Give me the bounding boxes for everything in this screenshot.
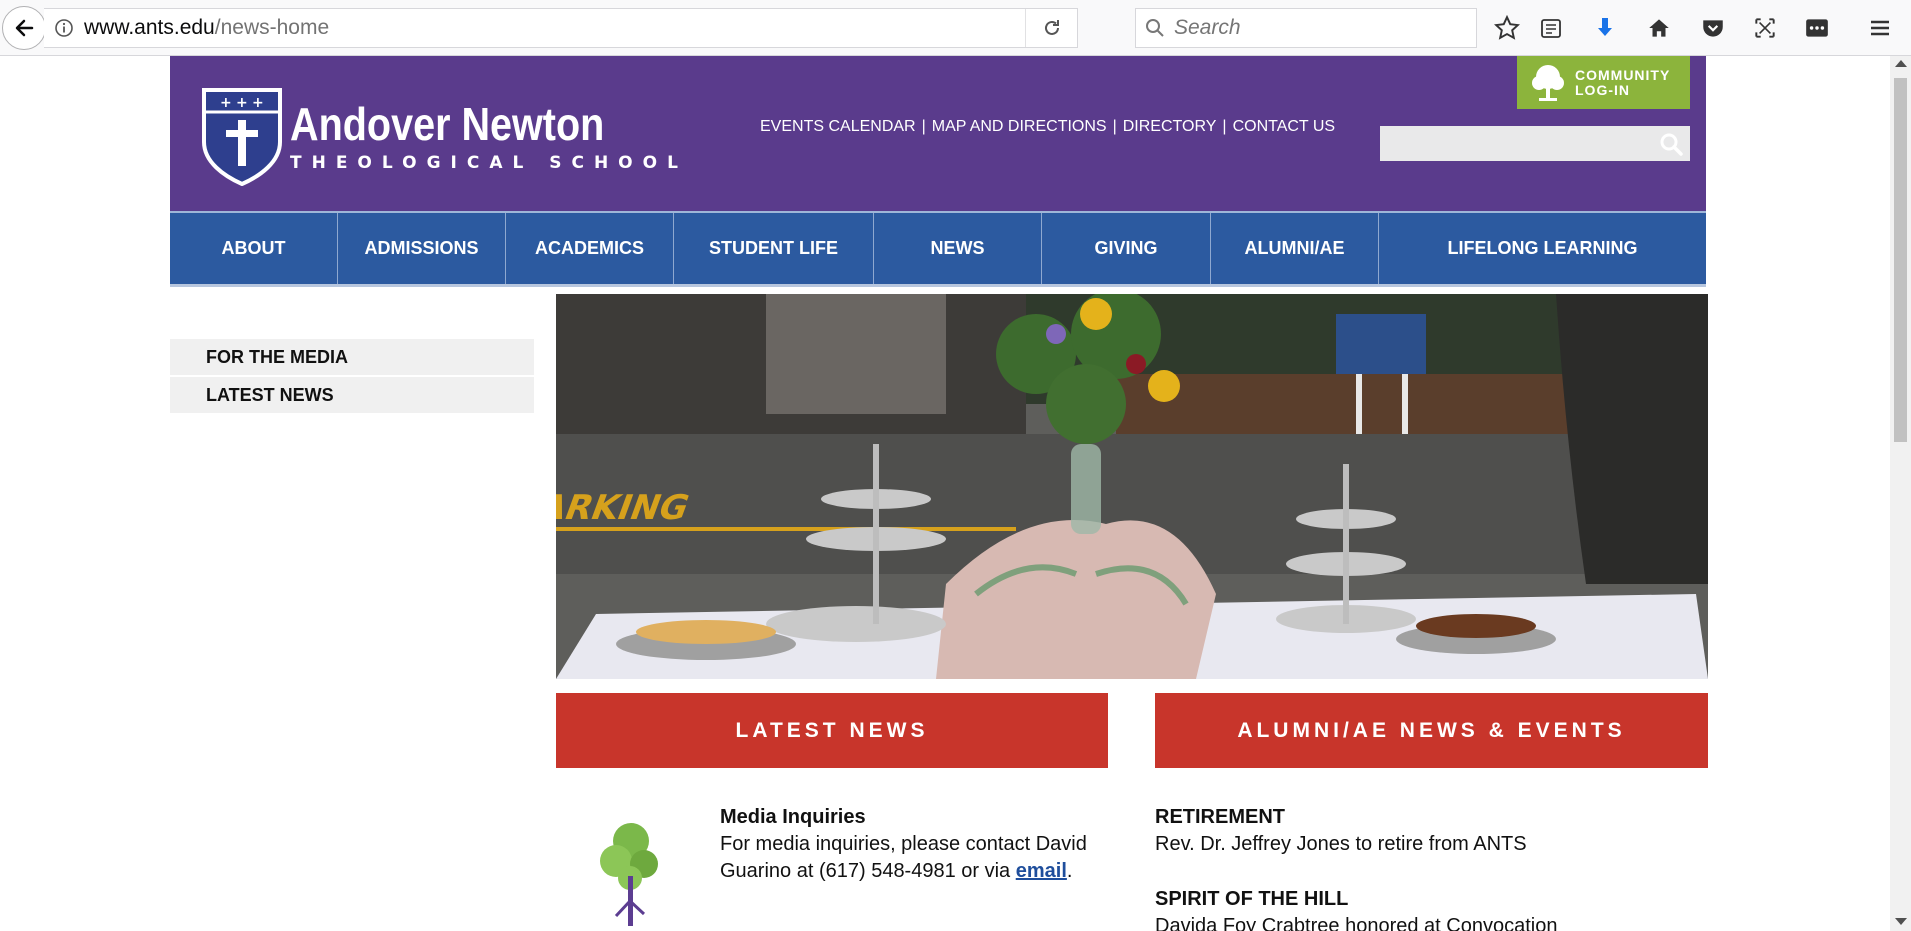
- link-separator: |: [921, 118, 926, 135]
- utility-links: EVENTS CALENDAR | MAP AND DIRECTIONS | DIR…: [760, 118, 1335, 136]
- search-icon: [1146, 19, 1164, 37]
- info-icon[interactable]: [54, 18, 74, 38]
- shield-icon: + + +: [202, 88, 282, 186]
- nav-alumni[interactable]: ALUMNI/AE: [1211, 213, 1379, 284]
- svg-text:PARKING: PARKING: [556, 488, 695, 528]
- hero-image: PARKING: [556, 294, 1708, 679]
- search-icon[interactable]: [1658, 131, 1684, 157]
- bookmark-star-icon[interactable]: [1491, 12, 1523, 44]
- tree-logo-icon: [600, 823, 658, 926]
- sidebar-item-latest-news[interactable]: LATEST NEWS: [170, 377, 534, 413]
- url-text[interactable]: www.ants.edu/news-home: [84, 16, 329, 40]
- link-separator: |: [1112, 118, 1117, 135]
- directory-link[interactable]: DIRECTORY: [1123, 118, 1217, 136]
- logo-name: Andover Newton: [290, 98, 605, 150]
- screenshot-icon[interactable]: [1749, 12, 1781, 44]
- browser-search-input[interactable]: [1174, 16, 1464, 40]
- svg-text:+: +: [252, 95, 264, 111]
- nav-academics[interactable]: ACADEMICS: [506, 213, 674, 284]
- alumni-text[interactable]: Davida Foy Crabtree honored at Convocati…: [1155, 913, 1695, 931]
- reading-list-icon[interactable]: [1535, 12, 1567, 44]
- scroll-up-arrow[interactable]: [1895, 60, 1907, 67]
- email-link[interactable]: email: [1016, 860, 1067, 882]
- map-directions-link[interactable]: MAP AND DIRECTIONS: [932, 118, 1107, 136]
- link-separator: |: [1222, 118, 1227, 135]
- alumni-news-header[interactable]: ALUMNI/AE NEWS & EVENTS: [1155, 693, 1708, 768]
- news-thumbnail: [556, 806, 686, 931]
- alumni-text[interactable]: Rev. Dr. Jeffrey Jones to retire from AN…: [1155, 831, 1695, 858]
- alumni-item: RETIREMENT Rev. Dr. Jeffrey Jones to ret…: [1155, 804, 1695, 858]
- events-calendar-link[interactable]: EVENTS CALENDAR: [760, 118, 916, 136]
- nav-admissions[interactable]: ADMISSIONS: [338, 213, 506, 284]
- reload-icon: [1044, 20, 1059, 35]
- site-search-input[interactable]: [1380, 126, 1690, 161]
- extension-icon[interactable]: [1801, 12, 1833, 44]
- browser-search[interactable]: [1135, 8, 1477, 48]
- news-item: Media Inquiries For media inquiries, ple…: [720, 804, 1120, 885]
- svg-text:+: +: [220, 95, 232, 111]
- site-header: + + + Andover Newton THEOLOGICAL SCHOOL …: [170, 56, 1706, 211]
- school-logo[interactable]: + + + Andover Newton THEOLOGICAL SCHOOL: [200, 86, 688, 186]
- url-bar[interactable]: www.ants.edu/news-home: [44, 8, 1078, 48]
- scroll-thumb[interactable]: [1894, 78, 1907, 442]
- news-body: For media inquiries, please contact Davi…: [720, 833, 1087, 882]
- nav-lifelong-learning[interactable]: LIFELONG LEARNING: [1379, 213, 1706, 284]
- web-page: + + + Andover Newton THEOLOGICAL SCHOOL …: [0, 56, 1890, 931]
- pocket-icon[interactable]: [1697, 12, 1729, 44]
- community-login-button[interactable]: COMMUNITY LOG-IN: [1517, 56, 1690, 109]
- sidebar-item-for-the-media[interactable]: FOR THE MEDIA: [170, 339, 534, 375]
- browser-toolbar: www.ants.edu/news-home: [0, 0, 1911, 56]
- community-label-1: COMMUNITY: [1575, 66, 1671, 83]
- nav-student-life[interactable]: STUDENT LIFE: [674, 213, 874, 284]
- alumni-item: SPIRIT OF THE HILL Davida Foy Crabtree h…: [1155, 886, 1695, 931]
- main-navigation: ABOUT ADMISSIONS ACADEMICS STUDENT LIFE …: [170, 211, 1706, 287]
- reload-button[interactable]: [1025, 9, 1077, 47]
- tree-icon: [1532, 64, 1564, 101]
- back-arrow-icon: [15, 19, 34, 37]
- logo-subtitle: THEOLOGICAL SCHOOL: [290, 153, 688, 173]
- alumni-title[interactable]: RETIREMENT: [1155, 804, 1695, 831]
- back-button[interactable]: [2, 6, 46, 50]
- nav-about[interactable]: ABOUT: [170, 213, 338, 284]
- community-label-2: LOG-IN: [1575, 81, 1630, 98]
- news-title[interactable]: Media Inquiries: [720, 804, 1120, 831]
- svg-text:+: +: [236, 95, 248, 111]
- latest-news-header[interactable]: LATEST NEWS: [556, 693, 1108, 768]
- nav-giving[interactable]: GIVING: [1042, 213, 1211, 284]
- home-icon[interactable]: [1643, 12, 1675, 44]
- contact-us-link[interactable]: CONTACT US: [1233, 118, 1336, 136]
- menu-icon[interactable]: [1864, 12, 1896, 44]
- download-icon[interactable]: [1589, 12, 1621, 44]
- alumni-title[interactable]: SPIRIT OF THE HILL: [1155, 886, 1695, 913]
- scroll-down-arrow[interactable]: [1895, 918, 1907, 925]
- page-scrollbar[interactable]: [1890, 56, 1911, 931]
- nav-news[interactable]: NEWS: [874, 213, 1042, 284]
